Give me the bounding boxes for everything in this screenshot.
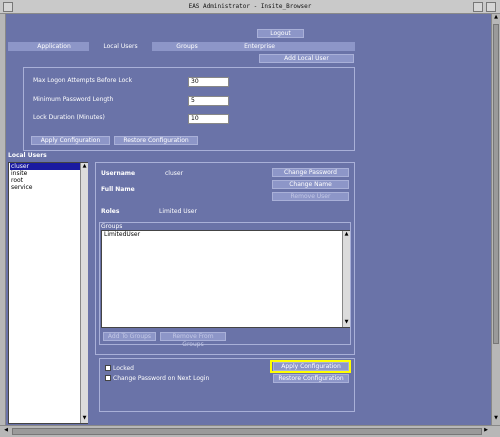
min-password-label: Minimum Password Length [33, 96, 114, 103]
local-users-list: cluser insite root service ▲ ▼ [8, 162, 88, 424]
list-item-root[interactable]: root [10, 177, 80, 184]
policy-restore-button[interactable]: Restore Configuration [114, 136, 198, 145]
groups-label: Groups [101, 223, 123, 230]
users-scroll-up-icon[interactable]: ▲ [81, 163, 88, 170]
vertical-scrollbar[interactable]: ▲ ▼ [491, 14, 500, 437]
groups-scroll-down-icon[interactable]: ▼ [343, 319, 350, 326]
scrollbar-thumb[interactable] [493, 24, 499, 344]
max-attempts-input[interactable]: 30 [188, 77, 229, 87]
add-local-user-button[interactable]: Add Local User [259, 54, 354, 63]
min-password-input[interactable]: 5 [188, 96, 229, 106]
tab-groups[interactable]: Groups [152, 42, 222, 51]
users-list-scrollbar[interactable]: ▲ ▼ [80, 163, 88, 423]
remove-from-groups-button[interactable]: Remove From Groups [160, 332, 226, 348]
tab-application[interactable]: Application [19, 42, 89, 51]
list-item-insite[interactable]: insite [10, 170, 80, 177]
username-value: cluser [165, 170, 184, 177]
options-restore-button[interactable]: Restore Configuration [273, 374, 349, 383]
change-password-next-login-checkbox[interactable] [105, 375, 111, 381]
lock-duration-label: Lock Duration (Minutes) [33, 114, 105, 121]
change-password-next-login-label: Change Password on Next Login [113, 375, 210, 382]
lock-duration-input[interactable]: 10 [188, 114, 229, 124]
local-users-title: Local Users [8, 152, 47, 159]
locked-label: Locked [113, 365, 134, 372]
left-frame [0, 14, 6, 437]
tab-local-users[interactable]: Local Users [89, 42, 152, 51]
username-label: Username [101, 170, 136, 177]
change-name-button[interactable]: Change Name [272, 180, 349, 189]
list-item-cluser[interactable]: cluser [10, 163, 80, 170]
list-item-service[interactable]: service [10, 184, 80, 191]
users-scroll-down-icon[interactable]: ▼ [81, 415, 88, 422]
scroll-down-icon[interactable]: ▼ [492, 415, 500, 423]
roles-label: Roles [101, 208, 120, 215]
horizontal-scrollbar[interactable]: ◀ ▶ [0, 425, 500, 437]
remove-user-button[interactable]: Remove User [272, 192, 349, 201]
scroll-up-icon[interactable]: ▲ [492, 14, 500, 22]
groups-list-scrollbar[interactable]: ▲ ▼ [342, 231, 350, 327]
scroll-right-icon[interactable]: ▶ [482, 427, 490, 435]
locked-checkbox[interactable] [105, 365, 111, 371]
window-title: EAS Administrator - Insite_Browser [188, 3, 312, 10]
maximize-button[interactable] [486, 2, 496, 12]
title-bar: EAS Administrator - Insite_Browser [0, 0, 500, 14]
fullname-label: Full Name [101, 186, 135, 193]
groups-scroll-up-icon[interactable]: ▲ [343, 231, 350, 238]
logout-button[interactable]: Logout [257, 29, 304, 38]
add-to-groups-button[interactable]: Add To Groups [103, 332, 156, 341]
roles-value: Limited User [159, 208, 197, 215]
hscroll-thumb[interactable] [12, 428, 482, 435]
policy-apply-button[interactable]: Apply Configuration [31, 136, 110, 145]
minimize-button[interactable] [473, 2, 483, 12]
options-apply-button[interactable]: Apply Configuration [273, 362, 349, 371]
change-password-button[interactable]: Change Password [272, 168, 349, 177]
group-item[interactable]: LimitedUser [104, 231, 140, 238]
scroll-left-icon[interactable]: ◀ [2, 427, 10, 435]
groups-list: LimitedUser ▲ ▼ [101, 230, 350, 328]
window-menu-button[interactable] [3, 2, 13, 12]
max-attempts-label: Max Logon Attempts Before Lock [33, 77, 133, 84]
tab-enterprise[interactable]: Enterprise [222, 42, 297, 51]
